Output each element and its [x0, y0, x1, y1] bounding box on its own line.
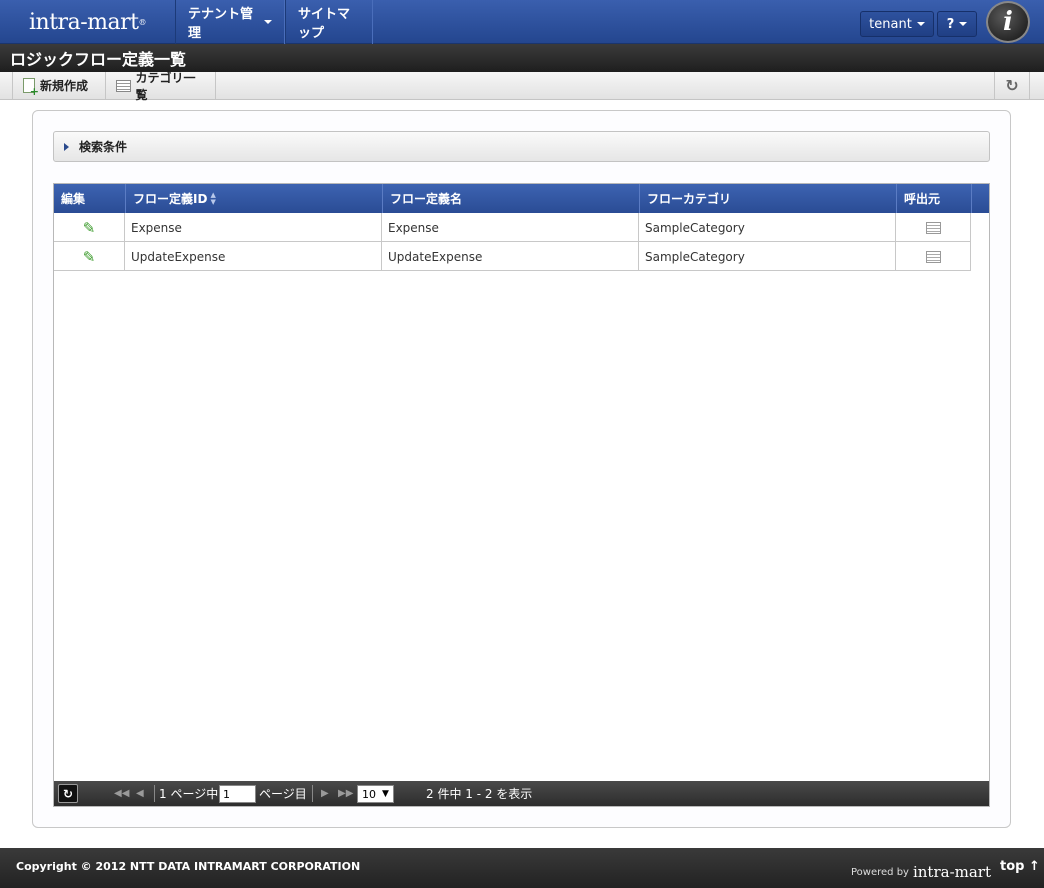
list-icon	[116, 79, 131, 92]
caller-cell	[896, 213, 971, 242]
refresh-icon: ↻	[1005, 76, 1019, 95]
expand-arrow-icon	[64, 142, 69, 151]
new-button[interactable]: 新規作成	[12, 72, 106, 99]
page-size-value: 10	[362, 787, 376, 801]
flow-definition-grid: 編集 フロー定義ID ▲ ▼ フロー定義名 フローカテゴリ 呼出元 ✎ Expen…	[53, 183, 990, 807]
search-conditions-label: 検索条件	[79, 140, 128, 154]
copyright-text: Copyright © 2012 NTT DATA INTRAMART CORP…	[16, 860, 361, 873]
column-header-flow-id[interactable]: フロー定義ID ▲ ▼	[126, 184, 383, 213]
first-page-icon[interactable]: ◀◀	[114, 781, 129, 806]
cell-flow-id: UpdateExpense	[125, 242, 382, 271]
caller-cell	[896, 242, 971, 271]
column-header-flow-id-label: フロー定義ID	[133, 192, 208, 206]
nav-sitemap-label: サイトマップ	[298, 7, 351, 41]
column-header-flow-category-label: フローカテゴリ	[647, 192, 732, 206]
intra-mart-logo[interactable]: intra-mart ®	[0, 0, 175, 44]
pager-divider	[312, 785, 313, 802]
column-header-caller-label: 呼出元	[904, 192, 941, 206]
nav-sitemap[interactable]: サイトマップ	[285, 0, 373, 44]
user-menu-label: tenant	[869, 16, 912, 32]
column-header-edit-label: 編集	[61, 192, 86, 206]
powered-by: Powered by intra-mart	[851, 863, 991, 881]
column-header-flow-category: フローカテゴリ	[640, 184, 897, 213]
cell-flow-category: SampleCategory	[639, 242, 896, 271]
search-conditions-toggle[interactable]: 検索条件	[53, 131, 990, 162]
table-row: ✎ UpdateExpense UpdateExpense SampleCate…	[54, 242, 971, 271]
record-count-info: 2 件中 1 - 2 を表示	[426, 787, 533, 801]
pager-bar: ↻ ◀◀ ◀ 1 ページ中 1 ページ目 ▶ ▶▶ 10 ▼ 2 件中 1 - 2…	[54, 781, 989, 806]
footer: Copyright © 2012 NTT DATA INTRAMART CORP…	[0, 848, 1044, 888]
cell-flow-id: Expense	[125, 213, 382, 242]
next-page-icon[interactable]: ▶	[321, 781, 329, 806]
pager-refresh-button[interactable]: ↻	[58, 784, 78, 803]
refresh-icon: ↻	[62, 786, 74, 801]
help-menu-button[interactable]: ?	[937, 11, 977, 37]
pager-divider	[154, 785, 155, 802]
back-to-top-link[interactable]: top ↑	[1000, 859, 1040, 874]
caller-list-icon[interactable]	[925, 250, 941, 263]
dropdown-arrow-icon: ▼	[382, 789, 389, 799]
chevron-down-icon	[959, 22, 968, 26]
top-navigation-bar: intra-mart ® テナント管理 サイトマップ tenant ? i	[0, 0, 1044, 44]
edit-pencil-icon[interactable]: ✎	[54, 242, 125, 271]
new-button-label: 新規作成	[40, 79, 89, 93]
page-prefix-label: 1 ページ中	[159, 787, 219, 801]
table-row: ✎ Expense Expense SampleCategory	[54, 213, 971, 242]
page-number-input[interactable]: 1	[219, 785, 256, 803]
footer-brand-logo: intra-mart	[912, 863, 992, 881]
column-header-flow-name-label: フロー定義名	[390, 192, 463, 206]
im-badge-icon[interactable]: i	[986, 1, 1030, 43]
cell-flow-category: SampleCategory	[639, 213, 896, 242]
column-header-edit: 編集	[54, 184, 126, 213]
sort-icon[interactable]: ▲ ▼	[210, 191, 215, 206]
chevron-down-icon	[916, 22, 925, 26]
last-page-icon[interactable]: ▶▶	[338, 781, 353, 806]
cell-flow-name: Expense	[382, 213, 639, 242]
chevron-down-icon	[264, 20, 272, 24]
page-title-text: ロジックフロー定義一覧	[10, 50, 187, 69]
logo-text: intra-mart	[29, 9, 139, 35]
user-menu-button[interactable]: tenant	[860, 11, 934, 37]
column-header-flow-name: フロー定義名	[383, 184, 640, 213]
grid-header: 編集 フロー定義ID ▲ ▼ フロー定義名 フローカテゴリ 呼出元	[54, 184, 989, 213]
column-header-caller: 呼出元	[897, 184, 972, 213]
im-badge-letter: i	[1003, 7, 1013, 37]
page-size-select[interactable]: 10 ▼	[357, 785, 394, 803]
powered-by-label: Powered by	[851, 866, 909, 878]
help-icon: ?	[946, 16, 955, 32]
toolbar: 新規作成 カテゴリ一覧 ↻	[0, 71, 1044, 102]
caller-list-icon[interactable]	[925, 221, 941, 234]
category-list-label: カテゴリ一覧	[135, 70, 196, 102]
page-suffix-label: ページ目	[259, 787, 307, 801]
nav-tenant-management[interactable]: テナント管理	[175, 0, 285, 44]
previous-page-icon[interactable]: ◀	[136, 781, 144, 806]
refresh-button[interactable]: ↻	[994, 72, 1030, 99]
edit-pencil-icon[interactable]: ✎	[54, 213, 125, 242]
new-document-icon	[23, 78, 39, 97]
cell-flow-name: UpdateExpense	[382, 242, 639, 271]
nav-tenant-management-label: テナント管理	[188, 7, 254, 41]
category-list-button[interactable]: カテゴリ一覧	[106, 71, 216, 102]
